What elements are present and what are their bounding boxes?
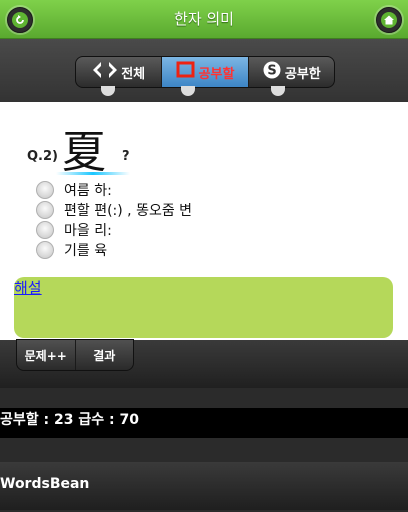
page-title: 한자 의미: [174, 10, 234, 28]
answer-option-label: 여름 하:: [64, 183, 112, 199]
tab-studied-label: 공부한: [284, 66, 321, 82]
question-mark: ?: [122, 149, 130, 164]
answer-option[interactable]: 마을 리:: [36, 220, 192, 240]
tab-studied[interactable]: S 공부한: [249, 57, 334, 87]
svg-text:S: S: [267, 64, 276, 79]
brand-name: WordsBean: [0, 476, 90, 492]
tab-indicator: [101, 86, 115, 96]
radio-button[interactable]: [36, 221, 54, 239]
nav-bar: 전체 공부할 S 공부한: [0, 39, 408, 102]
tab-all-label: 전체: [121, 66, 146, 82]
stats-bar: 공부할 : 23 급수 : 70: [0, 408, 408, 438]
home-icon: [381, 12, 397, 28]
question-panel: Q.2) 夏 ? 여름 하: 편할 편(:) , 똥오줌 변 마을 리: 기를 …: [0, 102, 408, 340]
radio-button[interactable]: [36, 201, 54, 219]
answer-options: 여름 하: 편할 편(:) , 똥오줌 변 마을 리: 기를 육: [36, 180, 192, 260]
square-icon: [176, 61, 196, 83]
tab-indicator: [181, 86, 195, 96]
answer-option-label: 마을 리:: [64, 223, 112, 239]
tab-to-study[interactable]: 공부할: [162, 57, 249, 87]
radio-button[interactable]: [36, 241, 54, 259]
answer-option-label: 기를 육: [64, 243, 108, 259]
diamond-icon: [92, 60, 118, 84]
stats-text: 공부할 : 23 급수 : 70: [0, 412, 139, 428]
action-button-group: 문제++ 결과: [16, 339, 134, 371]
tab-group: 전체 공부할 S 공부한: [75, 56, 335, 88]
radio-button[interactable]: [36, 181, 54, 199]
tab-to-study-label: 공부할: [198, 66, 235, 82]
home-button[interactable]: [376, 7, 402, 33]
explanation-box: [14, 277, 393, 338]
brand-bar: WordsBean: [0, 462, 408, 510]
answer-option-label: 편할 편(:) , 똥오줌 변: [64, 203, 193, 219]
answer-option[interactable]: 편할 편(:) , 똥오줌 변: [36, 200, 192, 220]
explanation-link[interactable]: 해설: [14, 277, 42, 298]
hanja-underline: [56, 172, 130, 175]
question-hanja: 夏: [62, 127, 106, 178]
action-bar: 문제++ 결과: [0, 339, 408, 388]
tab-all[interactable]: 전체: [76, 57, 163, 87]
tab-indicator: [271, 86, 285, 96]
question-number: Q.2): [27, 149, 58, 164]
title-bar: 한자 의미: [0, 0, 408, 39]
answer-option[interactable]: 기를 육: [36, 240, 192, 260]
answer-option[interactable]: 여름 하:: [36, 180, 192, 200]
result-button[interactable]: 결과: [76, 340, 134, 370]
s-icon: S: [262, 60, 282, 84]
next-question-button[interactable]: 문제++: [17, 340, 76, 370]
